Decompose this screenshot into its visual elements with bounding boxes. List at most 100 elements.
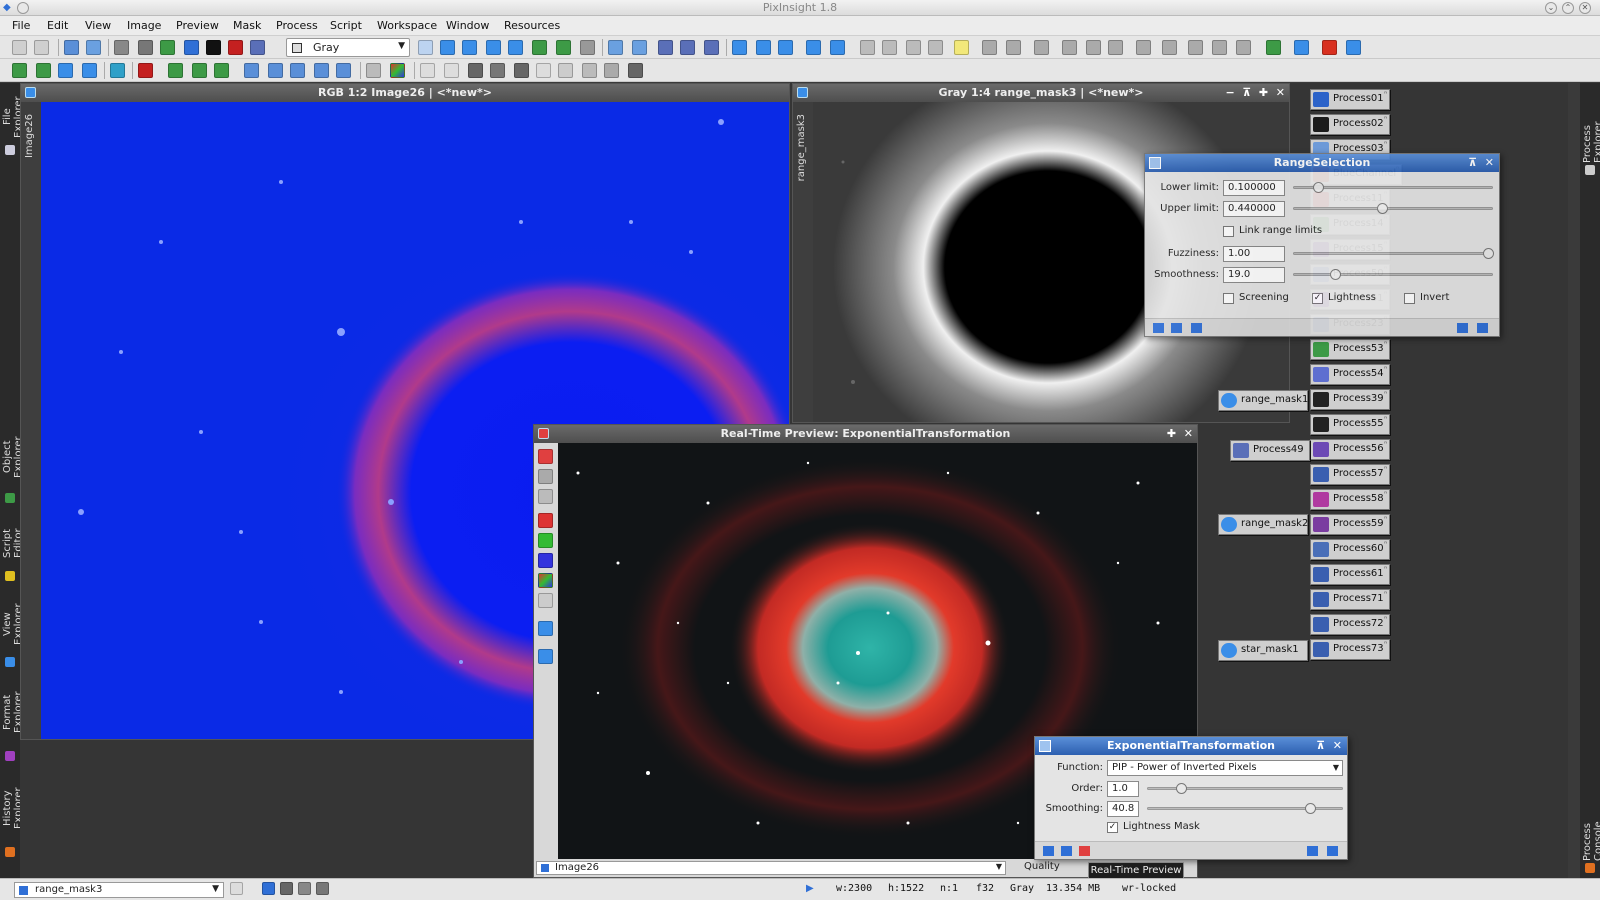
cascade-windows-icon[interactable] (756, 40, 771, 55)
script-edit-icon[interactable] (1212, 40, 1227, 55)
process-icon[interactable]: Process71 ⁿ (1310, 589, 1390, 610)
redo-icon[interactable] (34, 40, 49, 55)
global-preferences-icon[interactable] (1346, 40, 1361, 55)
deiconize-windows-icon[interactable] (806, 40, 821, 55)
process-icon[interactable]: Process73 ⁿ (1310, 639, 1390, 660)
zoom-in-icon[interactable] (608, 40, 623, 55)
apply-icon[interactable] (1061, 846, 1072, 856)
rotate-180-icon[interactable] (268, 63, 283, 78)
swatch-gray2-icon[interactable] (604, 63, 619, 78)
view-tab-range-mask3[interactable]: range_mask3 (793, 102, 813, 422)
menu-resources[interactable]: Resources (504, 19, 560, 32)
image-integration-icon[interactable] (58, 63, 73, 78)
lower-limit-slider[interactable] (1293, 182, 1493, 193)
documentation-icon[interactable] (1307, 846, 1318, 856)
blue-channel-icon[interactable] (538, 553, 553, 568)
lower-limit-knob[interactable] (1312, 182, 1324, 193)
minimize-button[interactable]: ⌄ (1545, 2, 1557, 14)
swatch-dark2-icon[interactable] (628, 63, 643, 78)
undo-icon[interactable] (12, 40, 27, 55)
script-debug-icon[interactable] (1236, 40, 1251, 55)
tab-process-explorer[interactable]: Process Explorer (1582, 87, 1600, 163)
rgb-channel-icon[interactable] (538, 573, 553, 588)
menu-file[interactable]: File (12, 19, 30, 32)
display-alpha-icon[interactable] (316, 882, 329, 895)
copy-icon[interactable] (906, 40, 921, 55)
range-selection-title[interactable]: RangeSelection ⊼ ✕ (1145, 154, 1499, 172)
mask-rendering-mode-select[interactable]: Gray ▼ (286, 38, 410, 57)
process-icon[interactable]: Process61 ⁿ (1310, 564, 1390, 585)
rotate-ccw-icon[interactable] (290, 63, 305, 78)
transform-icon[interactable] (138, 63, 153, 78)
red-channel-icon[interactable] (538, 513, 553, 528)
display-rgb-icon[interactable] (262, 882, 275, 895)
script-run-icon[interactable] (1188, 40, 1203, 55)
active-view-select[interactable]: range_mask3 ▼ (14, 882, 224, 898)
save-icon[interactable] (860, 40, 875, 55)
reset-icon[interactable] (1477, 323, 1488, 333)
image-icon[interactable]: Process49 (1230, 440, 1310, 461)
swatch-black-icon[interactable] (468, 63, 483, 78)
enable-mask-icon[interactable] (228, 40, 243, 55)
clear-icon[interactable] (444, 63, 459, 78)
channel-rgb-icon[interactable] (390, 63, 405, 78)
swatch-mid-icon[interactable] (514, 63, 529, 78)
view-properties-icon[interactable] (230, 882, 243, 895)
process-icon[interactable]: Process01 ⁿ (1310, 89, 1390, 110)
fuzziness-field[interactable]: 1.00 (1223, 246, 1285, 262)
image-icon[interactable]: range_mask2 (1218, 514, 1308, 535)
mirror-horizontal-icon[interactable] (314, 63, 329, 78)
readout-mode-icon[interactable] (418, 40, 433, 55)
upper-limit-slider[interactable] (1293, 203, 1493, 214)
stf-reset-icon[interactable] (982, 40, 997, 55)
process-icon[interactable]: Process54 ⁿ (1310, 364, 1390, 385)
dialog-controls[interactable]: ⊼ ✕ (1468, 154, 1494, 172)
overlay-icon[interactable] (538, 489, 553, 504)
menu-image[interactable]: Image (127, 19, 161, 32)
pointer-icon[interactable] (580, 40, 595, 55)
window-controls[interactable]: ✚ ✕ (1167, 425, 1193, 443)
swatch-dark-icon[interactable] (490, 63, 505, 78)
menu-preview[interactable]: Preview (176, 19, 219, 32)
exponential-transformation-title[interactable]: ExponentialTransformation ⊼ ✕ (1035, 737, 1347, 755)
save-as-icon[interactable] (882, 40, 897, 55)
channel-extraction-icon[interactable] (160, 40, 175, 55)
maximize-button[interactable]: ⌃ (1562, 2, 1574, 14)
process-icon[interactable]: Process56 ⁿ (1310, 439, 1390, 460)
process-icon[interactable]: Process02 ⁿ (1310, 114, 1390, 135)
preview-view-select[interactable]: Image26 ▼ (536, 861, 1006, 875)
show-mask-icon[interactable] (206, 40, 221, 55)
zoom-mode-icon[interactable] (462, 40, 477, 55)
order-slider[interactable] (1147, 783, 1343, 794)
documentation-icon[interactable] (1457, 323, 1468, 333)
star-alignment-icon[interactable] (36, 63, 51, 78)
process-console-icon[interactable] (1266, 40, 1281, 55)
properties-icon[interactable] (1108, 40, 1123, 55)
zoom-in-preview-icon[interactable] (538, 621, 553, 636)
order-field[interactable]: 1.0 (1107, 781, 1139, 797)
luminance-icon[interactable] (538, 593, 553, 608)
fuzziness-knob[interactable] (1483, 248, 1494, 259)
swatch-white-icon[interactable] (536, 63, 551, 78)
process-icon[interactable]: Process57 ⁿ (1310, 464, 1390, 485)
refresh-icon[interactable] (538, 449, 553, 464)
process-icon[interactable]: Process60 ⁿ (1310, 539, 1390, 560)
menu-process[interactable]: Process (276, 19, 318, 32)
smoothness-slider[interactable] (1293, 269, 1493, 280)
display-mask-icon[interactable] (298, 882, 311, 895)
zoom-1-2-icon[interactable] (680, 40, 695, 55)
fft-registration-icon[interactable] (12, 63, 27, 78)
workspace-icon[interactable] (1294, 40, 1309, 55)
stf-icon[interactable] (538, 469, 553, 484)
grid-icon[interactable] (1162, 40, 1177, 55)
tab-object-explorer[interactable]: Object Explorer (2, 419, 24, 495)
green-channel-icon[interactable] (538, 533, 553, 548)
zoom-out-preview-icon[interactable] (538, 649, 553, 664)
new-instance-icon[interactable] (1043, 846, 1054, 856)
invert-mask-icon[interactable] (250, 40, 265, 55)
channel-gray-icon[interactable] (366, 63, 381, 78)
subtract-icon[interactable] (192, 63, 207, 78)
image-window-rgb-title[interactable]: RGB 1:2 Image26 | <*new*> (21, 84, 789, 102)
history-icon[interactable] (1086, 40, 1101, 55)
fit-view-icon[interactable] (486, 40, 501, 55)
